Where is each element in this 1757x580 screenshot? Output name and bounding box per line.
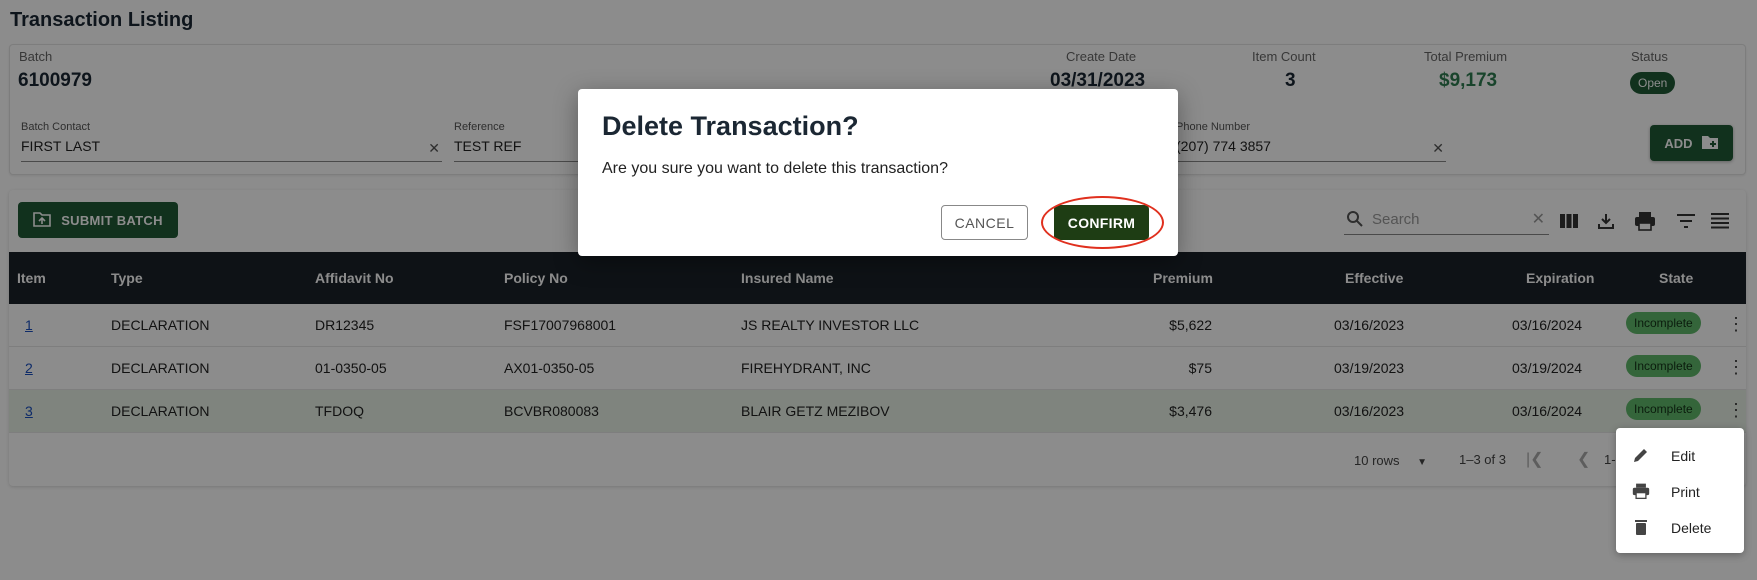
menu-item-label: Edit bbox=[1671, 448, 1696, 464]
dialog-title: Delete Transaction? bbox=[602, 111, 859, 141]
print-icon bbox=[1632, 482, 1650, 500]
menu-item-delete[interactable]: Delete bbox=[1616, 512, 1744, 546]
pencil-icon bbox=[1632, 446, 1650, 464]
cancel-button[interactable]: CANCEL bbox=[941, 205, 1028, 240]
menu-item-label: Delete bbox=[1671, 520, 1712, 536]
menu-item-label: Print bbox=[1671, 484, 1700, 500]
trash-icon bbox=[1632, 518, 1650, 536]
modal-backdrop[interactable] bbox=[0, 0, 1757, 580]
row-context-menu: Edit Print Delete bbox=[1616, 428, 1744, 553]
delete-transaction-dialog: Delete Transaction? Are you sure you wan… bbox=[578, 89, 1178, 256]
menu-item-print[interactable]: Print bbox=[1616, 476, 1744, 510]
dialog-message: Are you sure you want to delete this tra… bbox=[602, 160, 948, 177]
menu-item-edit[interactable]: Edit bbox=[1616, 440, 1744, 474]
highlight-annotation-circle bbox=[1041, 196, 1164, 249]
